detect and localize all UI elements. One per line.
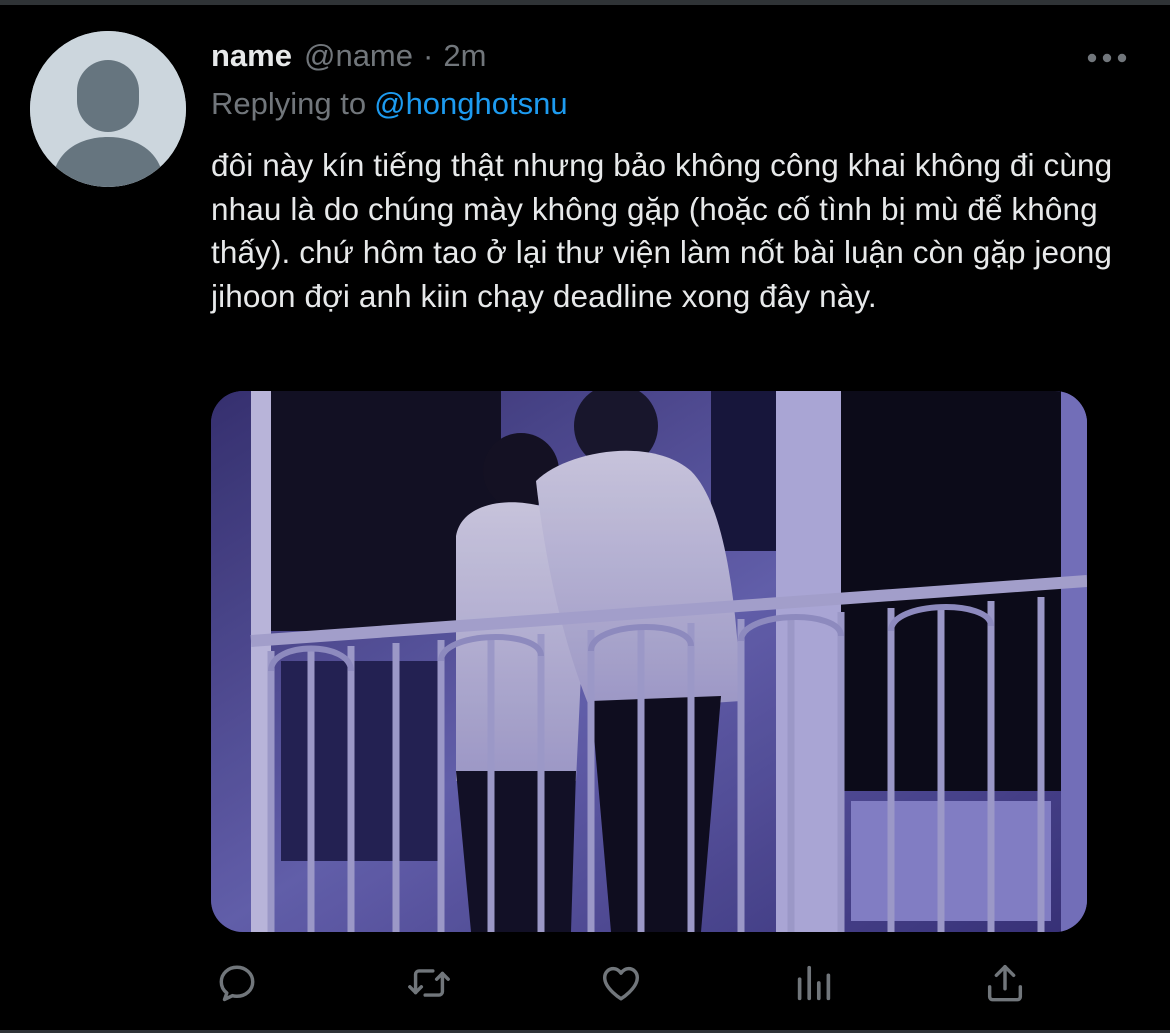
header-separator: · <box>423 38 434 73</box>
default-avatar-icon <box>30 31 186 187</box>
photo-image <box>211 391 1087 932</box>
analytics-button[interactable] <box>788 958 840 1008</box>
retweet-button[interactable] <box>403 958 455 1008</box>
analytics-icon <box>797 965 831 1001</box>
avatar[interactable] <box>30 31 186 187</box>
tweet-header: name @name · 2m <box>211 38 486 78</box>
like-button[interactable] <box>595 958 647 1008</box>
reply-button[interactable] <box>211 958 263 1008</box>
tweet-timestamp[interactable]: 2m <box>443 38 486 74</box>
reply-icon <box>219 965 255 1002</box>
tweet-media-image[interactable] <box>211 391 1087 932</box>
heart-icon <box>602 966 640 1001</box>
share-button[interactable] <box>979 958 1031 1008</box>
top-divider <box>0 0 1170 5</box>
retweet-icon <box>408 969 450 997</box>
more-options-button[interactable] <box>1082 40 1132 76</box>
more-dots-icon <box>1087 53 1127 63</box>
author-handle[interactable]: @name <box>304 38 413 74</box>
tweet-text: đôi này kín tiếng thật nhưng bảo không c… <box>211 147 1113 314</box>
replying-to-label: Replying to <box>211 86 367 121</box>
tweet-actions-bar <box>0 958 1170 1008</box>
replying-to-handle-link[interactable]: @honghotsnu <box>374 86 568 121</box>
share-icon <box>987 964 1023 1002</box>
author-display-name[interactable]: name <box>211 38 292 74</box>
replying-to-line: Replying to @honghotsnu <box>211 86 568 122</box>
